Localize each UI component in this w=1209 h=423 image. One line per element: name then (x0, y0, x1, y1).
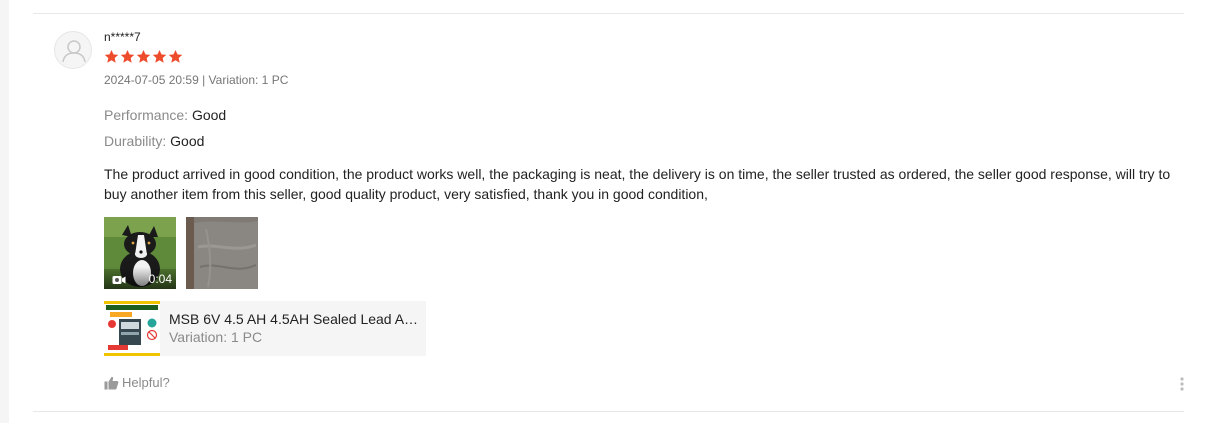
attribute-value: Good (170, 133, 205, 149)
left-edge-strip (0, 0, 9, 423)
star-rating (104, 49, 183, 65)
user-placeholder-icon (62, 40, 86, 63)
product-variation: Variation: 1 PC (169, 329, 263, 345)
attribute-label: Durability: (104, 133, 167, 149)
battery-photo-image (186, 217, 258, 289)
review-item: n*****7 2024-07-05 20:59 | Variation: 1 … (54, 31, 1184, 401)
star-icon (152, 49, 167, 65)
more-options-button[interactable] (1179, 376, 1185, 392)
video-thumbnail[interactable]: 0:04 (104, 217, 176, 289)
top-divider (33, 13, 1184, 14)
star-icon (136, 49, 151, 65)
thumbs-up-icon (104, 376, 119, 390)
username: n*****7 (104, 30, 141, 44)
review-date: 2024-07-05 20:59 (104, 73, 199, 87)
bottom-divider (33, 411, 1184, 412)
product-name: MSB 6V 4.5 AH 4.5AH Sealed Lead Acid Bat… (169, 311, 419, 327)
avatar[interactable] (54, 31, 92, 69)
battery-product-image (104, 301, 160, 356)
video-duration: 0:04 (148, 272, 172, 286)
more-vertical-icon (1180, 377, 1184, 391)
video-camera-icon (112, 276, 126, 284)
attribute-label: Performance: (104, 107, 189, 123)
product-image (104, 301, 160, 356)
meta-separator: | (198, 73, 209, 87)
attribute-value: Good (191, 107, 227, 123)
photo-thumbnail[interactable] (186, 217, 258, 289)
helpful-label: Helpful? (122, 375, 170, 390)
product-info: MSB 6V 4.5 AH 4.5AH Sealed Lead Acid Bat… (169, 311, 419, 346)
star-icon (120, 49, 135, 65)
attribute-performance: Performance: Good (104, 107, 226, 123)
helpful-button[interactable]: Helpful? (104, 376, 170, 390)
review-variation: Variation: 1 PC (208, 73, 289, 87)
product-card[interactable]: MSB 6V 4.5 AH 4.5AH Sealed Lead Acid Bat… (104, 301, 426, 356)
review-meta: 2024-07-05 20:59 | Variation: 1 PC (104, 74, 288, 87)
attribute-durability: Durability: Good (104, 133, 204, 149)
review-media: 0:04 (104, 217, 258, 289)
review-comment: The product arrived in good condition, t… (104, 166, 1171, 202)
star-icon (104, 49, 119, 65)
star-icon (168, 49, 183, 65)
